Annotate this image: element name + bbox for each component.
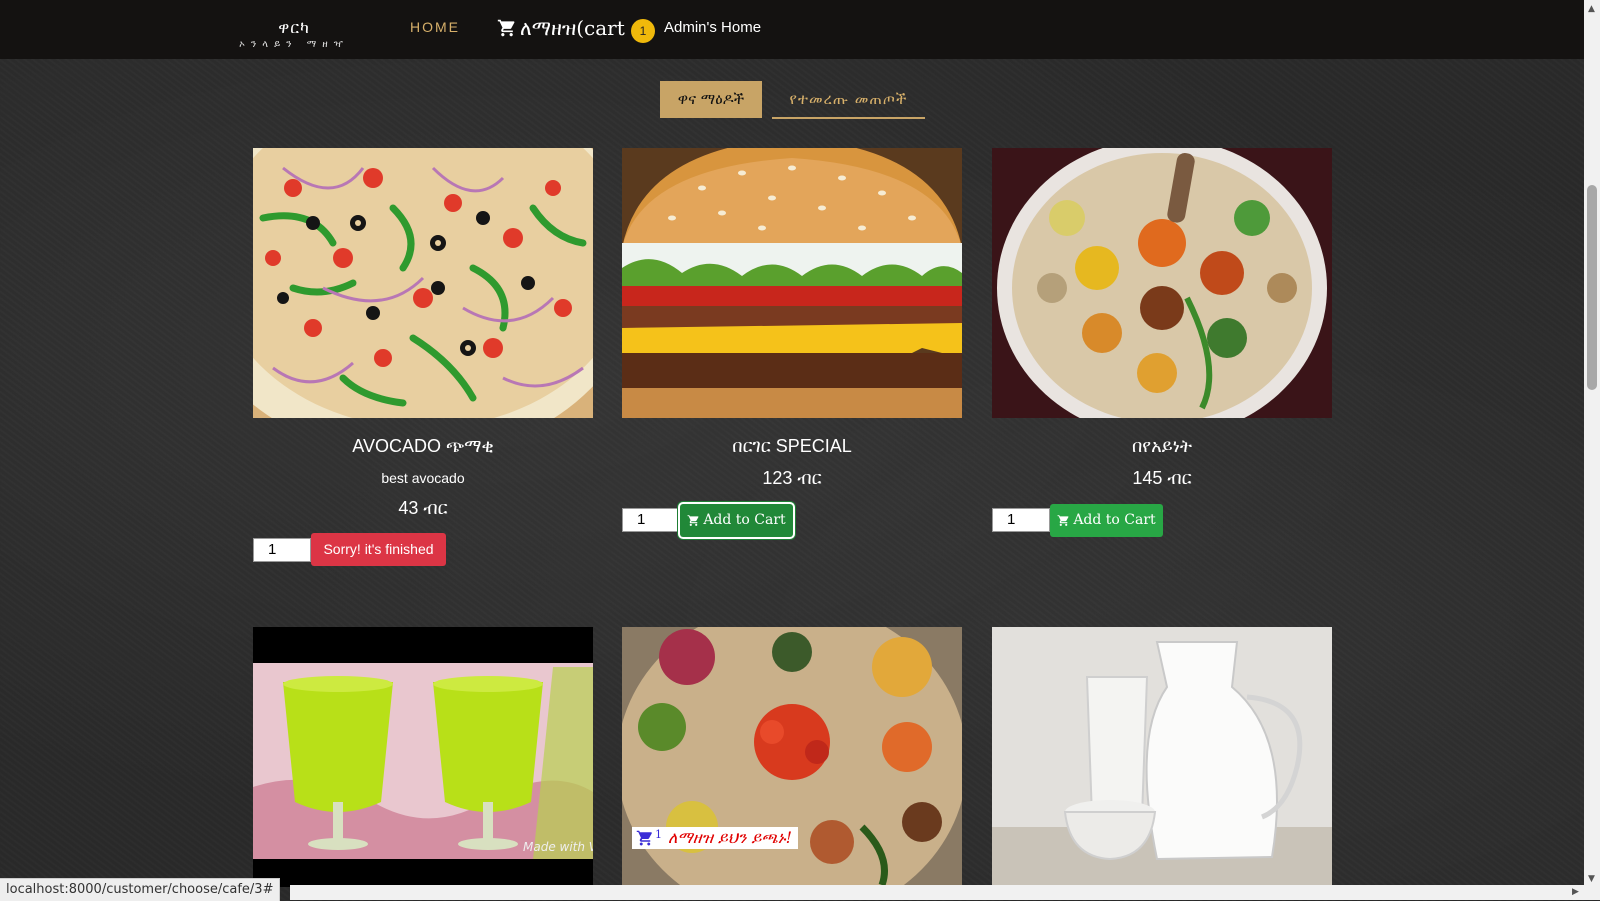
product-name: AVOCADO ጭማቂ (352, 436, 494, 456)
sold-out-button[interactable]: Sorry! it's finished (311, 533, 446, 566)
brand-logo[interactable]: ዋርካ ኦንላይን ማዘዣ (236, 18, 352, 52)
add-to-cart-button[interactable]: Add to Cart (1050, 504, 1163, 537)
overlay-order-text: ለማዘዝ ይህን ይጫኑ! (668, 828, 793, 847)
cart-icon (636, 830, 652, 846)
product-image-pizza (253, 148, 593, 418)
overlay-cart-count: 1 (655, 827, 662, 841)
add-to-cart-label: Add to Cart (703, 512, 786, 528)
product-price: 43 ብር (398, 498, 448, 518)
product-name: በርገር SPECIAL (732, 436, 852, 456)
product-image-green-juice: Made with VideoShow (253, 627, 593, 887)
brand-subtitle: ኦንላይን ማዘዣ (239, 39, 349, 50)
cart-count-badge: 1 (631, 19, 655, 43)
nav-home-link[interactable]: HOME (410, 19, 460, 35)
scroll-down-icon[interactable]: ▼ (1588, 874, 1595, 884)
cart-label: ለማዘዝ(cart (520, 16, 625, 40)
cart-icon (497, 19, 515, 37)
quantity-input[interactable]: 1 (622, 508, 680, 532)
tab-main-dishes[interactable]: ዋና ማዕዶች (660, 81, 762, 118)
vertical-scrollbar[interactable]: ▲ ▼ (1584, 0, 1600, 900)
scrollbar-thumb[interactable] (1587, 185, 1597, 390)
video-watermark: Made with VideoShow (523, 840, 593, 854)
add-to-cart-label: Add to Cart (1073, 512, 1156, 528)
product-description: best avocado (381, 470, 465, 486)
horizontal-scrollbar[interactable]: ▶ (290, 885, 1584, 900)
brand-title: ዋርካ (278, 18, 310, 37)
product-image-milk-jug (992, 627, 1332, 885)
tab-selected-drinks[interactable]: የተመረጡ መጠጦች (772, 81, 925, 119)
nav-admin-link[interactable]: Admin's Home (664, 19, 761, 36)
nav-cart-link[interactable]: ለማዘዝ(cart (497, 16, 625, 40)
product-image-burger (622, 148, 962, 418)
cart-icon (687, 515, 699, 526)
product-price: 123 ብር (762, 468, 822, 488)
product-image-injera-feast: 1 ለማዘዝ ይህን ይጫኑ! (622, 627, 962, 885)
add-to-cart-button[interactable]: Add to Cart (680, 504, 793, 537)
product-price: 145 ብር (1132, 468, 1192, 488)
top-navbar: ዋርካ ኦንላይን ማዘዣ HOME ለማዘዝ(cart 1 Admin's H… (0, 0, 1584, 59)
product-name: በየአይነት (1131, 436, 1192, 456)
cart-icon (1057, 515, 1069, 526)
product-image-injera-platter (992, 148, 1332, 418)
scroll-right-icon[interactable]: ▶ (1572, 887, 1579, 897)
quantity-input[interactable]: 1 (253, 538, 311, 562)
order-hint-overlay[interactable]: 1 ለማዘዝ ይህን ይጫኑ! (632, 827, 799, 849)
link-status-bar: localhost:8000/customer/choose/cafe/3# (0, 878, 281, 901)
quantity-input[interactable]: 1 (992, 508, 1050, 532)
scroll-up-icon[interactable]: ▲ (1588, 4, 1595, 14)
